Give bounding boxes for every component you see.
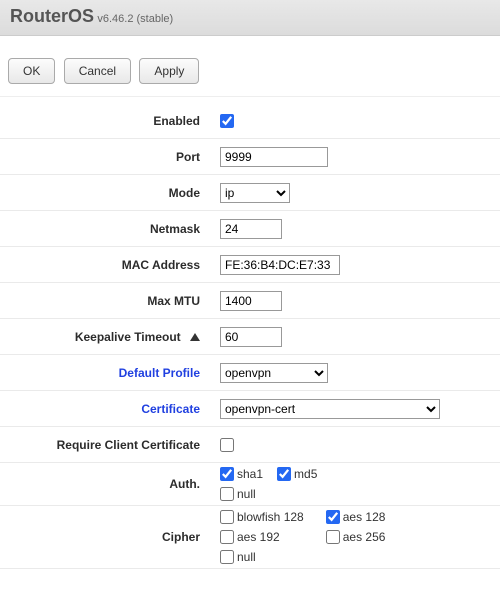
app-version: v6.46.2 (stable) bbox=[97, 13, 173, 25]
button-bar: OK Cancel Apply bbox=[0, 36, 500, 97]
cipher-aes128-checkbox[interactable] bbox=[326, 510, 340, 524]
cipher-aes256-label: aes 256 bbox=[343, 530, 386, 544]
auth-label: Auth. bbox=[0, 477, 210, 491]
auth-sha1-checkbox[interactable] bbox=[220, 467, 234, 481]
cipher-bf128-label: blowfish 128 bbox=[237, 510, 304, 524]
profile-label[interactable]: Default Profile bbox=[0, 366, 210, 380]
reqclient-checkbox[interactable] bbox=[220, 438, 234, 452]
ok-button[interactable]: OK bbox=[8, 58, 55, 84]
netmask-input[interactable] bbox=[220, 219, 282, 239]
auth-null-checkbox[interactable] bbox=[220, 487, 234, 501]
enabled-checkbox[interactable] bbox=[220, 114, 234, 128]
mode-label: Mode bbox=[0, 186, 210, 200]
reqclient-label: Require Client Certificate bbox=[0, 438, 210, 452]
title-bar: RouterOS v6.46.2 (stable) bbox=[0, 0, 500, 36]
certificate-select[interactable]: openvpn-cert bbox=[220, 399, 440, 419]
cipher-bf128-checkbox[interactable] bbox=[220, 510, 234, 524]
apply-button[interactable]: Apply bbox=[139, 58, 199, 84]
cipher-aes192-checkbox[interactable] bbox=[220, 530, 234, 544]
port-input[interactable] bbox=[220, 147, 328, 167]
mode-select[interactable]: ip bbox=[220, 183, 290, 203]
cipher-aes128-label: aes 128 bbox=[343, 510, 386, 524]
mtu-input[interactable] bbox=[220, 291, 282, 311]
mac-input[interactable] bbox=[220, 255, 340, 275]
auth-md5-checkbox[interactable] bbox=[277, 467, 291, 481]
cancel-button[interactable]: Cancel bbox=[64, 58, 131, 84]
keepalive-label: Keepalive Timeout bbox=[0, 330, 210, 344]
app-title: RouterOS bbox=[10, 6, 94, 26]
port-label: Port bbox=[0, 150, 210, 164]
auth-sha1-label: sha1 bbox=[237, 467, 263, 481]
config-form: Enabled Port Mode ip Netmask MAC Address… bbox=[0, 97, 500, 569]
cipher-null-checkbox[interactable] bbox=[220, 550, 234, 564]
mac-label: MAC Address bbox=[0, 258, 210, 272]
auth-md5-label: md5 bbox=[294, 467, 317, 481]
triangle-up-icon[interactable] bbox=[190, 333, 200, 341]
cipher-aes256-checkbox[interactable] bbox=[326, 530, 340, 544]
profile-select[interactable]: openvpn bbox=[220, 363, 328, 383]
mtu-label: Max MTU bbox=[0, 294, 210, 308]
auth-null-label: null bbox=[237, 487, 256, 501]
cipher-aes192-label: aes 192 bbox=[237, 530, 280, 544]
cipher-null-label: null bbox=[237, 550, 256, 564]
keepalive-input[interactable] bbox=[220, 327, 282, 347]
netmask-label: Netmask bbox=[0, 222, 210, 236]
certificate-label[interactable]: Certificate bbox=[0, 402, 210, 416]
enabled-label: Enabled bbox=[0, 114, 210, 128]
cipher-label: Cipher bbox=[0, 530, 210, 544]
